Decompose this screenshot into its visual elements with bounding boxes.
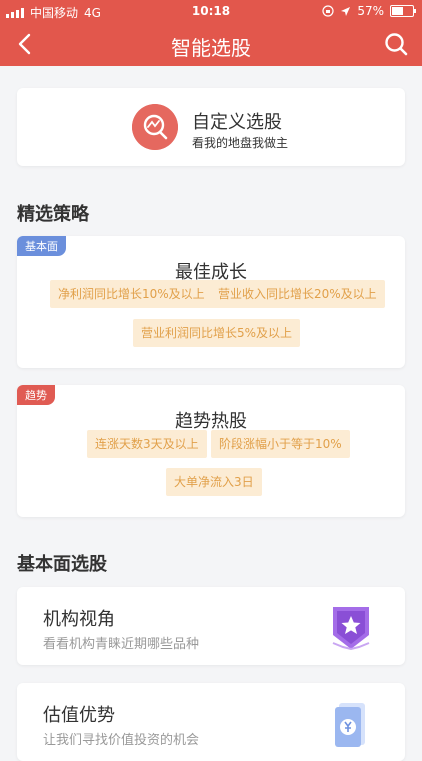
strategy-tag: 基本面: [17, 236, 66, 256]
page-title: 智能选股: [171, 36, 251, 60]
nav-bar: 智能选股: [0, 22, 422, 66]
custom-selection-card[interactable]: 自定义选股 看我的地盘我做主: [17, 88, 405, 166]
fundamental-title: 机构视角: [43, 609, 115, 630]
strategy-chip: 阶段涨幅小于等于10%: [211, 430, 350, 458]
featured-strategies-heading: 精选策略: [17, 204, 89, 225]
search-icon[interactable]: [382, 30, 410, 58]
fundamental-selection-heading: 基本面选股: [17, 554, 107, 575]
strategy-chip: 营业利润同比增长5%及以上: [133, 319, 301, 347]
star-shield-icon: [332, 607, 370, 651]
strategy-chip: 连涨天数3天及以上: [87, 430, 207, 458]
strategy-tag: 趋势: [17, 385, 55, 405]
fundamental-card-valuation[interactable]: 估值优势 让我们寻找价值投资的机会: [17, 683, 405, 761]
strategy-chip: 营业收入同比增长20%及以上: [210, 280, 385, 308]
battery-icon: [390, 5, 416, 17]
location-icon: [341, 6, 351, 16]
yuan-ticket-icon: [335, 703, 365, 747]
fundamental-subtitle: 看看机构青睐近期哪些品种: [43, 637, 200, 652]
strategy-card-trend-hot[interactable]: 趋势 趋势热股 连涨天数3天及以上 阶段涨幅小于等于10% 大单净流入3日: [17, 385, 405, 517]
rotation-lock-icon: [322, 5, 334, 17]
status-right: 57%: [322, 4, 416, 18]
strategy-chip: 大单净流入3日: [166, 468, 262, 496]
fundamental-card-institution[interactable]: 机构视角 看看机构青睐近期哪些品种: [17, 587, 405, 665]
fundamental-subtitle: 让我们寻找价值投资的机会: [43, 733, 200, 748]
fundamental-title: 估值优势: [43, 705, 115, 726]
strategy-card-best-growth[interactable]: 基本面 最佳成长 净利润同比增长10%及以上 营业收入同比增长20%及以上 营业…: [17, 236, 405, 368]
custom-selection-subtitle: 看我的地盘我做主: [192, 136, 289, 150]
status-bar: 中国移动 4G 10:18 57%: [0, 0, 422, 22]
battery-label: 57%: [357, 4, 384, 18]
custom-selection-title: 自定义选股: [192, 112, 282, 133]
strategy-chip: 净利润同比增长10%及以上: [50, 280, 213, 308]
custom-selection-icon: [132, 104, 178, 150]
